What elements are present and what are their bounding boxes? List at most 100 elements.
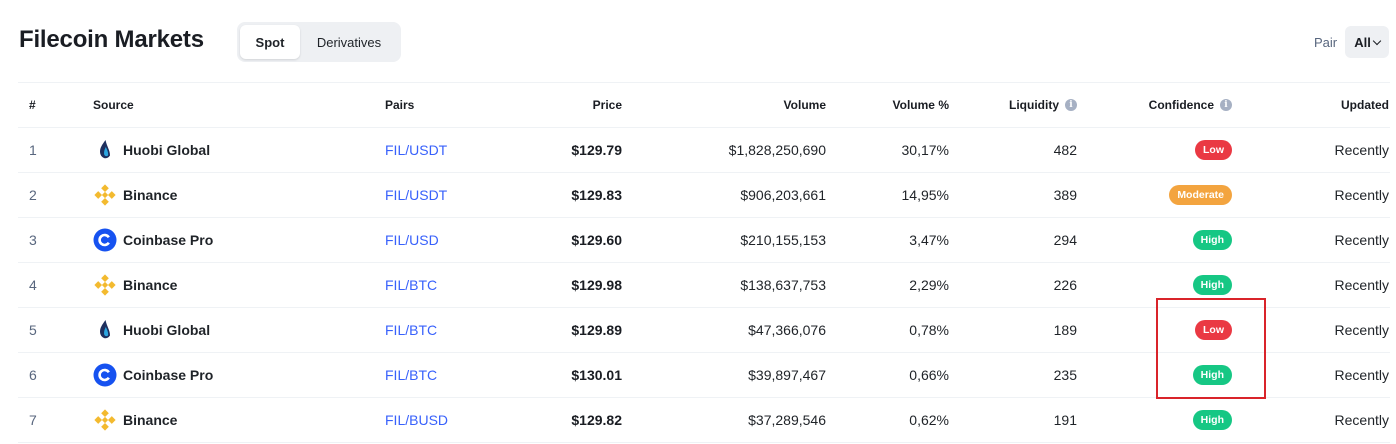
tab-derivatives[interactable]: Derivatives: [300, 25, 398, 59]
confidence-label: Confidence: [1148, 98, 1214, 112]
rank-cell: 3: [29, 232, 37, 248]
price-cell: $130.01: [571, 367, 622, 383]
coinbase-logo-icon: [93, 228, 117, 252]
volume-cell: $1,828,250,690: [728, 142, 826, 158]
rank-cell: 4: [29, 277, 37, 293]
price-cell: $129.89: [571, 322, 622, 338]
huobi-logo-icon: [93, 318, 117, 342]
table-row: 7 Binance FIL/BUSD $129.82 $37,289,546 0…: [18, 398, 1390, 443]
confidence-cell: High: [1192, 218, 1232, 262]
column-header-volume-percent[interactable]: Volume %: [893, 83, 949, 127]
binance-logo-icon: [93, 273, 117, 297]
pair-link[interactable]: FIL/BTC: [385, 263, 437, 307]
pair-link[interactable]: FIL/BTC: [385, 353, 437, 397]
rank-cell: 1: [29, 142, 37, 158]
updated-cell: Recently: [1334, 232, 1389, 248]
info-icon[interactable]: i: [1220, 99, 1232, 111]
liquidity-label: Liquidity: [1009, 98, 1059, 112]
column-header-price[interactable]: Price: [593, 83, 622, 127]
source-name: Coinbase Pro: [123, 232, 214, 248]
confidence-cell: High: [1192, 398, 1232, 442]
column-header-pairs[interactable]: Pairs: [385, 83, 414, 127]
liquidity-cell: 191: [1053, 412, 1077, 428]
updated-cell: Recently: [1334, 367, 1389, 383]
coinbase-logo-icon: [93, 363, 117, 387]
source-cell[interactable]: Huobi Global: [93, 308, 210, 352]
rank-cell: 6: [29, 367, 37, 383]
rank-cell: 2: [29, 187, 37, 203]
chevron-down-icon: [1372, 36, 1382, 45]
price-cell: $129.83: [571, 187, 622, 203]
table-row: 2 Binance FIL/USDT $129.83 $906,203,661 …: [18, 173, 1390, 218]
pair-link[interactable]: FIL/BUSD: [385, 398, 448, 442]
confidence-badge: High: [1192, 275, 1232, 295]
volume-percent-cell: 3,47%: [909, 232, 949, 248]
confidence-cell: Low: [1195, 128, 1232, 172]
pair-filter-label: Pair: [1314, 35, 1338, 50]
column-header-volume[interactable]: Volume: [784, 83, 826, 127]
liquidity-cell: 235: [1053, 367, 1077, 383]
table-row: 3 Coinbase Pro FIL/USD $129.60 $210,155,…: [18, 218, 1390, 263]
volume-percent-cell: 2,29%: [909, 277, 949, 293]
source-name: Binance: [123, 412, 178, 428]
volume-cell: $47,366,076: [748, 322, 826, 338]
pair-filter-dropdown[interactable]: All: [1345, 26, 1389, 58]
pair-link[interactable]: FIL/USDT: [385, 128, 447, 172]
rank-cell: 7: [29, 412, 37, 428]
binance-logo-icon: [93, 183, 117, 207]
confidence-badge: High: [1192, 230, 1232, 250]
column-header-confidence[interactable]: Confidence i: [1149, 83, 1232, 127]
volume-cell: $210,155,153: [740, 232, 826, 248]
table-row: 1 Huobi Global FIL/USDT $129.79 $1,828,2…: [18, 128, 1390, 173]
source-cell[interactable]: Binance: [93, 263, 177, 307]
volume-cell: $39,897,467: [748, 367, 826, 383]
source-cell[interactable]: Binance: [93, 398, 177, 442]
market-type-toggle: Spot Derivatives: [237, 22, 401, 62]
volume-cell: $138,637,753: [740, 277, 826, 293]
liquidity-cell: 482: [1053, 142, 1077, 158]
source-cell[interactable]: Binance: [93, 173, 177, 217]
rank-cell: 5: [29, 322, 37, 338]
confidence-badge: High: [1192, 410, 1232, 430]
updated-cell: Recently: [1334, 277, 1389, 293]
price-cell: $129.98: [571, 277, 622, 293]
pair-link[interactable]: FIL/BTC: [385, 308, 437, 352]
pair-link[interactable]: FIL/USD: [385, 218, 439, 262]
page-title: Filecoin Markets: [19, 26, 204, 53]
confidence-cell: Moderate: [1169, 173, 1232, 217]
info-icon[interactable]: i: [1065, 99, 1077, 111]
huobi-logo-icon: [93, 138, 117, 162]
volume-cell: $906,203,661: [740, 187, 826, 203]
column-header-liquidity[interactable]: Liquidity i: [1009, 83, 1077, 127]
source-name: Binance: [123, 187, 178, 203]
liquidity-cell: 389: [1053, 187, 1077, 203]
column-header-source[interactable]: Source: [93, 83, 134, 127]
source-cell[interactable]: Huobi Global: [93, 128, 210, 172]
source-name: Coinbase Pro: [123, 367, 214, 383]
source-cell[interactable]: Coinbase Pro: [93, 353, 213, 397]
updated-cell: Recently: [1334, 142, 1389, 158]
pair-link[interactable]: FIL/USDT: [385, 173, 447, 217]
price-cell: $129.60: [571, 232, 622, 248]
source-name: Huobi Global: [123, 322, 211, 338]
confidence-badge: Moderate: [1169, 185, 1232, 205]
updated-cell: Recently: [1334, 187, 1389, 203]
liquidity-cell: 189: [1053, 322, 1077, 338]
volume-percent-cell: 0,62%: [909, 412, 949, 428]
pair-filter-value: All: [1354, 34, 1371, 50]
price-cell: $129.79: [571, 142, 622, 158]
column-header-updated[interactable]: Updated: [1341, 83, 1389, 127]
highlight-annotation-box: [1156, 298, 1266, 399]
volume-percent-cell: 14,95%: [901, 187, 949, 203]
price-cell: $129.82: [571, 412, 622, 428]
column-header-rank[interactable]: #: [29, 83, 36, 127]
tab-spot[interactable]: Spot: [240, 25, 300, 59]
volume-percent-cell: 0,66%: [909, 367, 949, 383]
markets-header: Filecoin Markets Spot Derivatives Pair A…: [0, 0, 1396, 82]
liquidity-cell: 294: [1053, 232, 1077, 248]
table-header-row: # Source Pairs Price Volume Volume % Liq…: [18, 83, 1390, 128]
confidence-badge: Low: [1195, 140, 1232, 160]
updated-cell: Recently: [1334, 412, 1389, 428]
updated-cell: Recently: [1334, 322, 1389, 338]
source-cell[interactable]: Coinbase Pro: [93, 218, 213, 262]
